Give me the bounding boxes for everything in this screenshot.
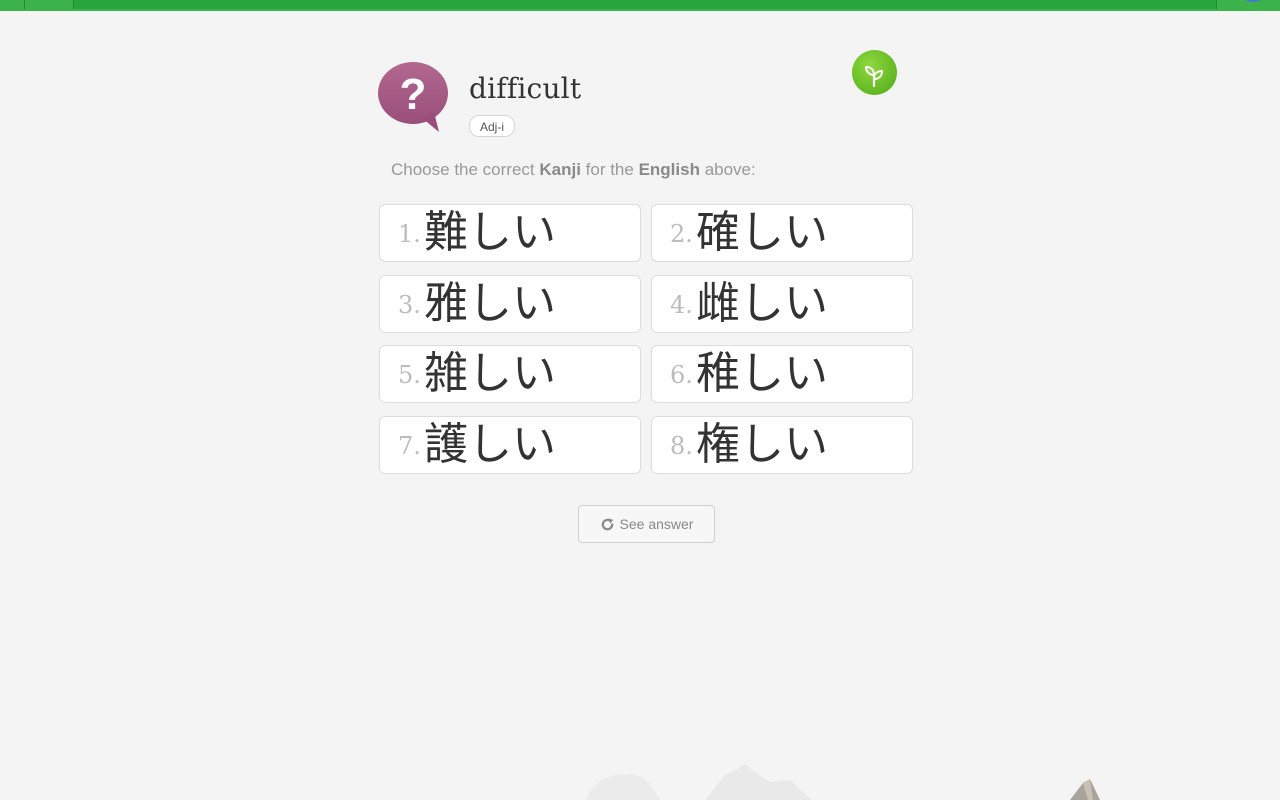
instruction-english: English (638, 160, 700, 179)
question-bubble-icon: ? (378, 62, 448, 132)
answer-option-8[interactable]: 8. 権しい (651, 416, 913, 474)
option-kanji: 雑しい (424, 348, 556, 399)
option-number: 4. (670, 291, 693, 319)
answer-option-3[interactable]: 3. 雅しい (379, 275, 641, 333)
part-of-speech-badge: Adj-i (469, 115, 516, 137)
answer-option-6[interactable]: 6. 稚しい (651, 345, 913, 403)
option-kanji: 難しい (424, 207, 556, 258)
option-number: 2. (670, 220, 693, 248)
instruction-text: Choose the correct Kanji for the English… (391, 160, 756, 180)
see-answer-label: See answer (619, 516, 694, 532)
option-number: 5. (398, 361, 421, 389)
option-kanji: 雌しい (696, 278, 828, 329)
instruction-suffix: above: (699, 160, 756, 179)
answer-option-1[interactable]: 1. 難しい (379, 204, 641, 262)
answer-option-2[interactable]: 2. 確しい (651, 204, 913, 262)
user-avatar[interactable] (1240, 0, 1266, 2)
option-number: 3. (398, 291, 421, 319)
instruction-kanji: Kanji (539, 160, 581, 179)
answer-option-7[interactable]: 7. 護しい (379, 416, 641, 474)
option-number: 7. (398, 432, 421, 460)
option-kanji: 稚しい (696, 348, 828, 399)
option-kanji: 権しい (696, 419, 828, 470)
top-bar-divider (24, 0, 25, 9)
sprout-icon (852, 50, 897, 95)
top-bar (0, 0, 1280, 11)
refresh-icon (601, 517, 613, 530)
english-word: difficult (469, 72, 582, 105)
option-kanji: 雅しい (424, 278, 556, 329)
top-progress-bar (73, 0, 1217, 9)
instruction-middle: for the (580, 160, 639, 179)
instruction-prefix: Choose the correct (391, 160, 540, 179)
answer-option-5[interactable]: 5. 雑しい (379, 345, 641, 403)
option-kanji: 護しい (424, 419, 556, 470)
option-kanji: 確しい (696, 207, 828, 258)
option-number: 8. (670, 432, 693, 460)
answer-option-4[interactable]: 4. 雌しい (651, 275, 913, 333)
option-number: 1. (398, 220, 421, 248)
option-number: 6. (670, 361, 693, 389)
svg-text:?: ? (400, 70, 427, 119)
see-answer-button[interactable]: See answer (578, 505, 715, 543)
